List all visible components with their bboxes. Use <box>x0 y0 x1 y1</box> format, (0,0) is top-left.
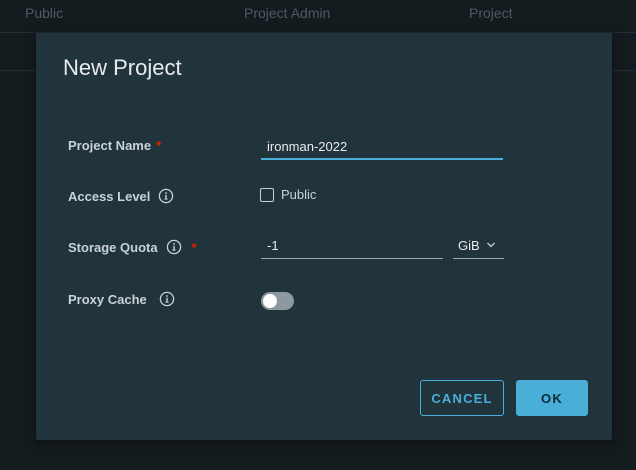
table-header: Public Project Admin Project <box>0 0 636 32</box>
toggle-knob <box>263 294 277 308</box>
dialog-title: New Project <box>63 55 182 80</box>
project-name-field[interactable] <box>261 134 509 160</box>
storage-quota-label-text: Storage Quota <box>68 239 158 255</box>
info-icon[interactable] <box>159 291 175 307</box>
column-header-project[interactable]: Project <box>469 5 513 21</box>
info-icon[interactable] <box>166 239 182 255</box>
required-asterisk: * <box>191 239 197 255</box>
new-project-dialog: New Project Project Name * Access Level … <box>36 33 612 440</box>
proxy-cache-label-text: Proxy Cache <box>68 291 147 307</box>
ok-button[interactable]: OK <box>516 380 588 416</box>
proxy-cache-toggle[interactable] <box>261 292 294 310</box>
storage-unit-value[interactable]: GiB <box>458 238 480 253</box>
cancel-button[interactable]: CANCEL <box>420 380 504 416</box>
storage-quota-field[interactable] <box>261 233 449 259</box>
project-name-label-text: Project Name <box>68 138 152 153</box>
access-level-label: Access Level <box>68 188 174 204</box>
storage-quota-label: Storage Quota * <box>68 239 197 255</box>
info-icon[interactable] <box>158 188 174 204</box>
project-name-input[interactable] <box>261 134 509 158</box>
proxy-cache-label: Proxy Cache <box>68 291 175 307</box>
storage-unit-select[interactable]: GiB <box>453 232 504 259</box>
public-checkbox-label[interactable]: Public <box>281 187 316 202</box>
access-level-label-text: Access Level <box>68 188 151 204</box>
column-header-project-admin[interactable]: Project Admin <box>244 5 330 21</box>
public-checkbox[interactable] <box>260 187 274 202</box>
column-header-public[interactable]: Public <box>25 5 63 21</box>
project-name-label: Project Name * <box>68 138 161 153</box>
public-checkbox-group[interactable]: Public <box>260 187 316 202</box>
chevron-down-icon[interactable] <box>486 236 496 254</box>
storage-quota-input[interactable] <box>261 233 449 258</box>
required-asterisk: * <box>156 138 162 153</box>
